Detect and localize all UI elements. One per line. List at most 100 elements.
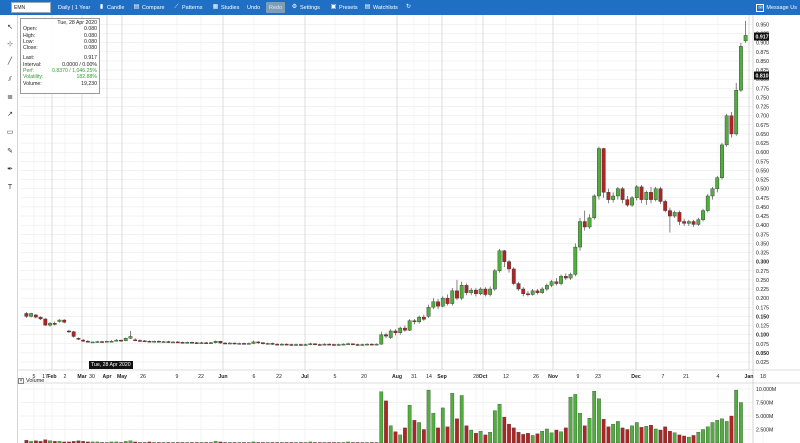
- y-tick-label: 0.125: [756, 324, 769, 330]
- crosshair-tool-icon[interactable]: ⊹: [5, 40, 15, 50]
- down-candle: [284, 343, 289, 346]
- volume-bar: [422, 429, 426, 443]
- volume-bar: [729, 415, 734, 443]
- volume-bar: [672, 432, 677, 443]
- symbol-input[interactable]: [11, 2, 51, 13]
- brush-tool-icon[interactable]: ✎: [5, 147, 15, 157]
- x-tick-label: 14: [426, 374, 432, 380]
- x-tick-label: Aug: [392, 374, 402, 380]
- down-candle: [85, 341, 90, 343]
- price-chart[interactable]: 0.9500.9250.9000.8750.8500.8250.8000.775…: [18, 15, 800, 443]
- settings-button[interactable]: ⚙ Settings: [291, 0, 320, 15]
- up-candle: [388, 330, 393, 338]
- presets-button[interactable]: ▣ Presets: [330, 0, 358, 15]
- x-tick-label: Jun: [218, 374, 227, 380]
- down-candle: [38, 316, 43, 320]
- volume-bar: [582, 425, 587, 443]
- volume-bar: [436, 427, 440, 443]
- up-candle: [634, 186, 639, 198]
- up-candle: [417, 316, 422, 323]
- volume-bar: [601, 419, 606, 443]
- down-candle: [133, 339, 138, 341]
- down-candle: [147, 341, 152, 343]
- refresh-button[interactable]: ↻: [405, 0, 412, 15]
- volume-bar: [455, 418, 459, 443]
- down-candle: [369, 343, 374, 346]
- volume-bar: [417, 422, 421, 443]
- fibonacci-tool-icon[interactable]: ≣: [5, 93, 15, 103]
- volume-bar: [606, 426, 611, 443]
- volume-bar: [677, 434, 682, 443]
- volume-bar: [379, 391, 384, 443]
- volume-bar: [592, 391, 597, 443]
- down-candle: [76, 338, 81, 340]
- watchlists-button[interactable]: ▤ Watchlists: [364, 0, 398, 15]
- compare-button[interactable]: ▤ Compare: [133, 0, 165, 15]
- y-tick-label: 0.350: [756, 241, 769, 247]
- down-candle: [119, 339, 123, 342]
- price-marker-label: 0.810: [756, 74, 769, 80]
- redo-button[interactable]: Redo: [266, 2, 286, 13]
- down-candle: [332, 344, 336, 346]
- volume-bar: [554, 429, 559, 443]
- down-candle: [445, 297, 450, 304]
- y-tick-label: 0.100: [756, 333, 769, 339]
- rectangle-tool-icon[interactable]: ▭: [5, 128, 15, 138]
- up-candle: [492, 270, 497, 290]
- info-volume-row: Volume: 19,230: [23, 81, 97, 87]
- y-tick-label: 0.575: [756, 159, 769, 165]
- up-candle: [374, 343, 379, 346]
- down-candle: [668, 210, 672, 217]
- volume-bar: [469, 429, 474, 443]
- volume-bar: [739, 402, 743, 443]
- up-candle: [431, 301, 436, 308]
- message-us-button[interactable]: ✉ Message Us: [756, 0, 797, 15]
- volume-bar: [563, 427, 568, 443]
- y-tick-label: 0.375: [756, 232, 769, 238]
- drawing-toolbar: ↖ ⊹ ╱ ⫽ ≣ ↗ ▭ ✎ ✒ T: [0, 15, 18, 443]
- volume-bar: [587, 418, 592, 443]
- down-candle: [350, 343, 355, 345]
- down-candle: [455, 290, 459, 299]
- close-volume-icon[interactable]: ×: [18, 378, 24, 384]
- patterns-button[interactable]: ⟋ Patterns: [173, 0, 202, 15]
- up-candle: [114, 339, 119, 342]
- up-candle: [578, 221, 582, 248]
- candle-button[interactable]: ▮ Candle: [98, 0, 125, 15]
- text-tool-icon[interactable]: T: [5, 183, 15, 193]
- up-candle: [478, 288, 483, 294]
- volume-bar: [511, 427, 516, 443]
- down-candle: [521, 288, 526, 294]
- up-candle: [379, 334, 384, 345]
- down-candle: [582, 221, 587, 228]
- up-candle: [48, 323, 52, 326]
- volume-bar: [526, 433, 530, 443]
- undo-button[interactable]: Undo: [247, 0, 260, 15]
- trendline-tool-icon[interactable]: ╱: [5, 57, 15, 67]
- down-candle: [658, 188, 663, 202]
- up-candle: [734, 89, 739, 135]
- down-candle: [677, 212, 682, 222]
- pen-tool-icon[interactable]: ✒: [5, 165, 15, 175]
- info-close-label: Close:: [23, 45, 38, 52]
- timeframe-button[interactable]: Daily | 1 Year: [58, 0, 90, 15]
- x-tick-label: 22: [276, 374, 282, 380]
- down-candle: [218, 341, 223, 344]
- arrow-tool-icon[interactable]: ↗: [5, 110, 15, 120]
- y-tick-label: 0.075: [756, 342, 769, 348]
- y-tick-label: 0.775: [756, 86, 769, 92]
- up-candle: [587, 217, 592, 228]
- volume-tick-label: 7.500M: [756, 401, 773, 407]
- volume-bar: [668, 430, 672, 443]
- y-tick-label: 0.900: [756, 41, 769, 47]
- channel-tool-icon[interactable]: ⫽: [5, 75, 15, 85]
- x-tick-label: Apr: [103, 374, 112, 380]
- pointer-tool-icon[interactable]: ↖: [5, 23, 15, 33]
- compare-label: Compare: [142, 4, 165, 11]
- y-tick-label: 0.675: [756, 123, 769, 129]
- volume-bar: [521, 434, 526, 443]
- studies-button[interactable]: ▦ Studies: [212, 0, 240, 15]
- up-candle: [644, 192, 649, 200]
- x-tick-label: Oct: [479, 374, 488, 380]
- volume-bar: [559, 431, 563, 443]
